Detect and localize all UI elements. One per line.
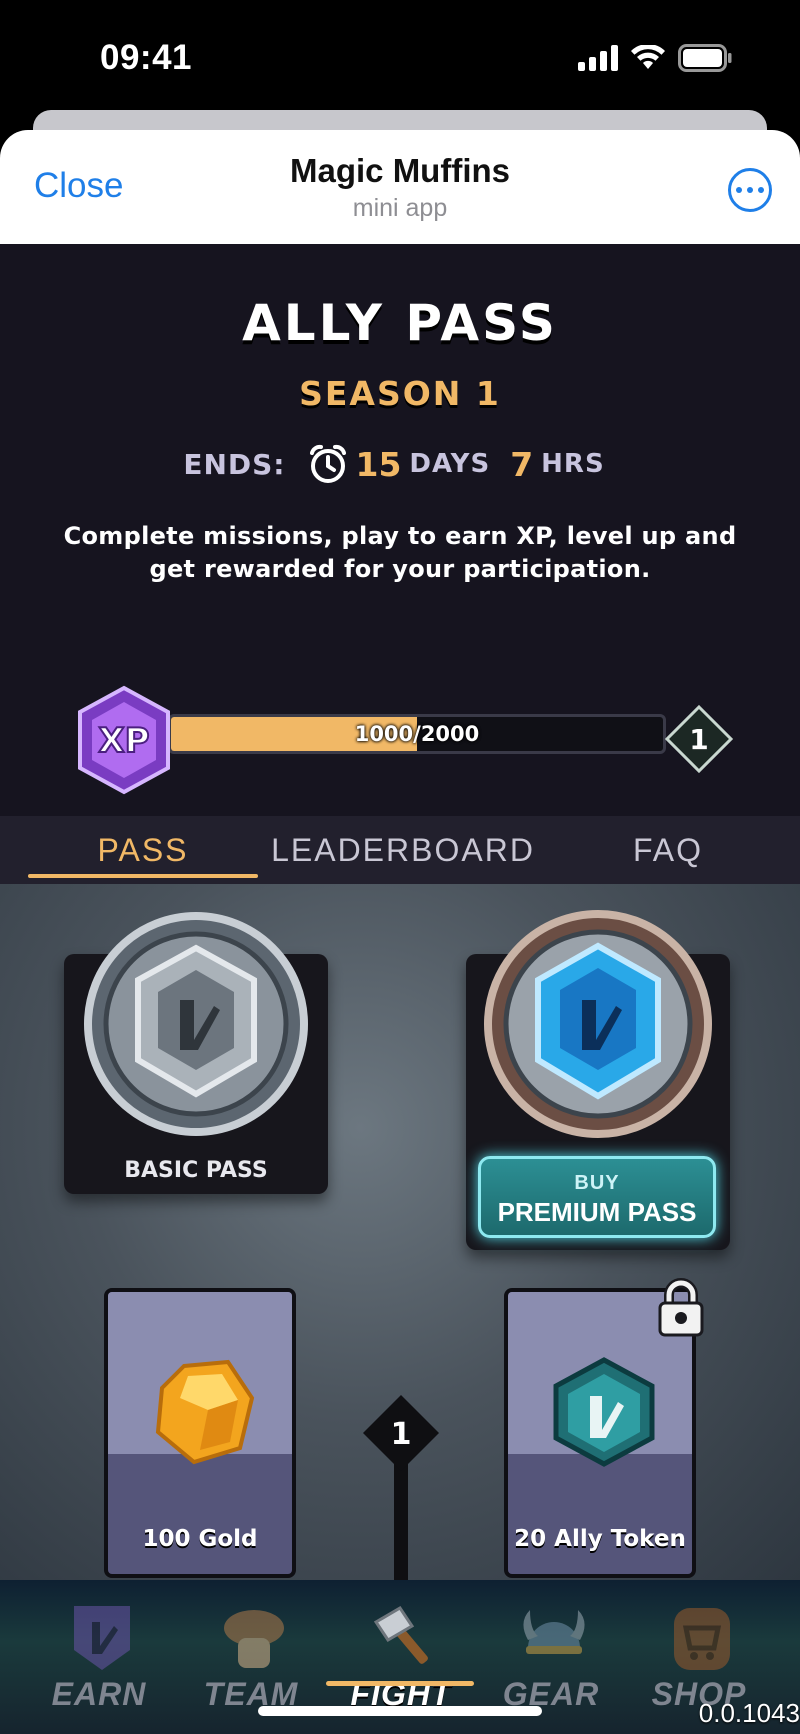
pass-description: Complete missions, play to earn XP, leve… — [63, 522, 737, 583]
more-dot-icon — [736, 187, 742, 193]
premium-reward-label: 20 Ally Token — [514, 1526, 686, 1552]
season-label: SEASON 1 — [299, 374, 501, 413]
status-icons — [578, 44, 732, 72]
battery-icon — [678, 44, 732, 72]
basic-pass-emblem-icon — [84, 912, 308, 1136]
more-dot-icon — [747, 187, 753, 193]
current-level-badge: 1 — [664, 704, 734, 774]
track-level-value: 1 — [391, 1417, 412, 1452]
xp-progress-text: 1000/2000 — [354, 722, 480, 746]
gear-icon — [523, 1610, 585, 1654]
alarm-clock-icon — [310, 444, 347, 483]
buy-label: BUY — [574, 1172, 620, 1194]
shop-icon — [674, 1608, 730, 1670]
pass-tabs: PASS LEADERBOARD FAQ — [0, 816, 800, 884]
xp-badge-icon: XP — [78, 685, 170, 795]
days-unit: DAYS — [409, 449, 491, 479]
basic-reward-label: 100 Gold — [142, 1526, 258, 1552]
buy-premium-pass-button[interactable]: BUY PREMIUM PASS — [478, 1156, 716, 1238]
xp-progress-bar: 1000/2000 — [168, 714, 666, 754]
nav-label: EARN — [51, 1676, 147, 1712]
pass-hero: ALLY PASS SEASON 1 ENDS: 15 DAYS 7 HRS C… — [0, 244, 800, 816]
gold-nugget-icon — [155, 1359, 255, 1465]
tab-pass[interactable]: PASS — [28, 816, 258, 884]
basic-reward-card[interactable]: 100 Gold — [104, 1288, 296, 1578]
app-subtitle: mini app — [352, 194, 448, 222]
nav-active-indicator — [326, 1681, 474, 1686]
signal-icon — [578, 45, 618, 71]
nav-earn[interactable]: EARN — [24, 1580, 174, 1734]
lock-icon — [658, 1278, 704, 1337]
home-indicator[interactable] — [258, 1706, 542, 1716]
premium-pass-label: PREMIUM PASS — [497, 1197, 697, 1227]
current-level-value: 1 — [689, 723, 708, 756]
basic-pass-label: BASIC PASS — [124, 1158, 268, 1183]
app-version: 0.0.1043 — [698, 1698, 800, 1728]
tab-faq[interactable]: FAQ — [548, 816, 788, 884]
hours-unit: HRS — [541, 449, 605, 479]
premium-pass-emblem-icon — [484, 910, 712, 1138]
days-value: 15 — [355, 444, 402, 484]
more-dot-icon — [758, 187, 764, 193]
mini-app-header: Close Magic Muffins mini app — [0, 130, 800, 244]
ally-token-icon — [553, 1357, 655, 1467]
track-level-badge: 1 — [363, 1395, 439, 1471]
status-time: 09:41 — [100, 38, 193, 77]
app-title: Magic Muffins — [290, 152, 510, 189]
hours-value: 7 — [510, 444, 534, 484]
ends-label: ENDS: — [183, 447, 286, 481]
page-title: ALLY PASS — [242, 294, 558, 352]
status-bar: 09:41 — [0, 0, 800, 110]
xp-badge-label: XP — [98, 721, 149, 761]
earn-icon — [74, 1606, 130, 1670]
tab-leaderboard[interactable]: LEADERBOARD — [258, 816, 548, 884]
more-options-button[interactable] — [728, 168, 772, 212]
fight-icon — [373, 1605, 428, 1664]
season-countdown: ENDS: 15 DAYS 7 HRS — [0, 444, 800, 484]
team-icon — [224, 1610, 284, 1668]
wifi-icon — [631, 45, 665, 69]
